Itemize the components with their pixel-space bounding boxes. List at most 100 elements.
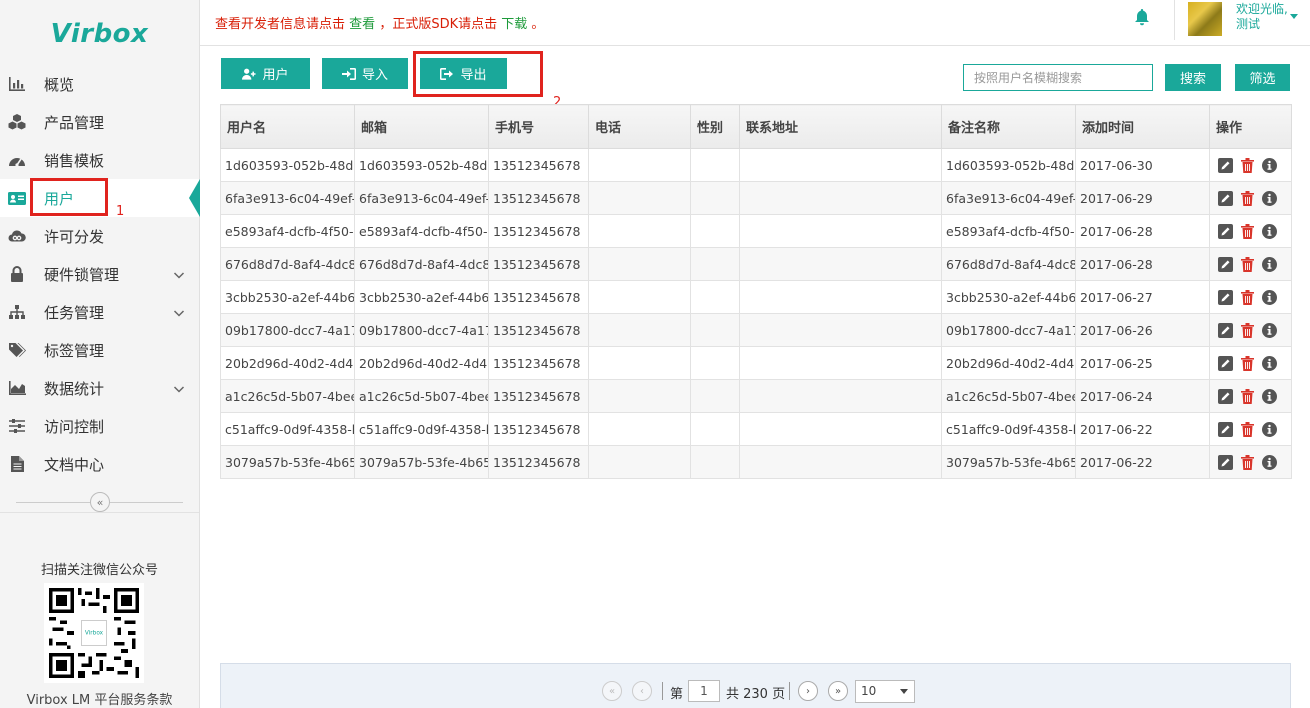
column-header-remark[interactable]: 备注名称 — [941, 104, 1076, 149]
edit-icon[interactable] — [1218, 190, 1233, 206]
bell-icon[interactable] — [1133, 8, 1151, 26]
trash-icon[interactable] — [1240, 322, 1255, 338]
table-row[interactable]: 20b2d96d-40d2-4d4c-a20b2d96d-40d2-4d4c-a… — [220, 346, 1292, 380]
filter-button[interactable]: 筛选 — [1235, 64, 1290, 91]
row-actions — [1214, 157, 1291, 173]
table-body: 1d603593-052b-48d7-91d603593-052b-48d7-9… — [220, 148, 1292, 479]
info-icon[interactable] — [1262, 223, 1277, 239]
caret-down-icon[interactable] — [1290, 14, 1298, 19]
sidebar-item-tasks[interactable]: 任务管理 — [0, 293, 199, 331]
sidebar-item-license-distribution[interactable]: 许可分发 — [0, 217, 199, 255]
collapse-sidebar-button[interactable]: « — [90, 492, 110, 512]
trash-icon[interactable] — [1240, 190, 1255, 206]
edit-icon[interactable] — [1218, 289, 1233, 305]
notice-part: 查看开发者信息请点击 — [215, 17, 346, 32]
first-page-button[interactable]: « — [602, 681, 622, 701]
trash-icon[interactable] — [1240, 157, 1255, 173]
cell-date: 2017-06-22 — [1075, 445, 1210, 479]
table-row[interactable]: 09b17800-dcc7-4a17-809b17800-dcc7-4a17-8… — [220, 313, 1292, 347]
dashboard-icon — [8, 152, 26, 168]
trash-icon[interactable] — [1240, 223, 1255, 239]
table-row[interactable]: 1d603593-052b-48d7-91d603593-052b-48d7-9… — [220, 148, 1292, 182]
prev-page-button[interactable]: ‹ — [632, 681, 652, 701]
search-input[interactable] — [963, 64, 1153, 91]
logo[interactable]: Virbox — [0, 0, 199, 68]
user-menu[interactable]: 欢迎光临, 测试 — [1236, 2, 1288, 32]
table-row[interactable]: a1c26c5d-5b07-4bee-8a1c26c5d-5b07-4bee-8… — [220, 379, 1292, 413]
info-icon[interactable] — [1262, 454, 1277, 470]
add-user-button[interactable]: 用户 — [221, 58, 310, 89]
info-icon[interactable] — [1262, 322, 1277, 338]
divider — [662, 682, 663, 700]
terms-link[interactable]: Virbox LM 平台服务条款 — [0, 689, 199, 708]
sidebar-item-label: 许可分发 — [44, 227, 105, 246]
cell-date: 2017-06-27 — [1075, 280, 1210, 314]
trash-icon[interactable] — [1240, 256, 1255, 272]
info-icon[interactable] — [1262, 157, 1277, 173]
edit-icon[interactable] — [1218, 355, 1233, 371]
last-page-button[interactable]: » — [828, 681, 848, 701]
cell-email: c51affc9-0d9f-4358-b2 — [354, 412, 489, 446]
cell-address — [739, 181, 942, 215]
chevron-down-icon[interactable] — [173, 381, 185, 393]
info-icon[interactable] — [1262, 256, 1277, 272]
table-row[interactable]: 676d8d7d-8af4-4dc8-a 676d8d7d-8af4-4dc8-a… — [220, 247, 1292, 281]
sitemap-icon — [8, 304, 26, 320]
info-icon[interactable] — [1262, 190, 1277, 206]
table-row[interactable]: 3cbb2530-a2ef-44b6-a 3cbb2530-a2ef-44b6-a… — [220, 280, 1292, 314]
table-row[interactable]: e5893af4-dcfb-4f50-aa e5893af4-dcfb-4f50-… — [220, 214, 1292, 248]
cell-phone — [588, 379, 691, 413]
sidebar-item-statistics[interactable]: 数据统计 — [0, 369, 199, 407]
sidebar-item-tags[interactable]: 标签管理 — [0, 331, 199, 369]
trash-icon[interactable] — [1240, 421, 1255, 437]
edit-icon[interactable] — [1218, 223, 1233, 239]
info-icon[interactable] — [1262, 421, 1277, 437]
sidebar-item-products[interactable]: 产品管理 — [0, 103, 199, 141]
cell-remark: e5893af4-dcfb-4f50-aa — [941, 214, 1076, 248]
chevron-down-icon[interactable] — [173, 267, 185, 279]
info-icon[interactable] — [1262, 388, 1277, 404]
edit-icon[interactable] — [1218, 157, 1233, 173]
info-icon[interactable] — [1262, 289, 1277, 305]
import-button[interactable]: 导入 — [322, 58, 408, 89]
sidebar-item-hardware-lock[interactable]: 硬件锁管理 — [0, 255, 199, 293]
column-header-phone[interactable]: 电话 — [588, 104, 691, 149]
sidebar-item-overview[interactable]: 概览 — [0, 65, 199, 103]
wechat-qr-code: Virbox — [44, 583, 144, 683]
column-header-email[interactable]: 邮箱 — [354, 104, 489, 149]
column-header-date-added[interactable]: 添加时间 — [1075, 104, 1210, 149]
cell-date: 2017-06-22 — [1075, 412, 1210, 446]
edit-icon[interactable] — [1218, 322, 1233, 338]
search-button[interactable]: 搜索 — [1165, 64, 1221, 91]
chevron-down-icon[interactable] — [173, 305, 185, 317]
sdk-download-link[interactable]: 下载 — [501, 17, 527, 32]
avatar[interactable] — [1188, 2, 1222, 36]
info-icon[interactable] — [1262, 355, 1277, 371]
trash-icon[interactable] — [1240, 454, 1255, 470]
page-number-input[interactable] — [688, 680, 720, 702]
column-header-gender[interactable]: 性别 — [690, 104, 740, 149]
edit-icon[interactable] — [1218, 256, 1233, 272]
trash-icon[interactable] — [1240, 355, 1255, 371]
sidebar-item-sales-templates[interactable]: 销售模板 — [0, 141, 199, 179]
edit-icon[interactable] — [1218, 388, 1233, 404]
column-header-address[interactable]: 联系地址 — [739, 104, 942, 149]
edit-icon[interactable] — [1218, 454, 1233, 470]
table-row[interactable]: c51affc9-0d9f-4358-b2 c51affc9-0d9f-4358-… — [220, 412, 1292, 446]
developer-info-link[interactable]: 查看 — [349, 17, 375, 32]
column-header-mobile[interactable]: 手机号 — [488, 104, 589, 149]
sidebar-item-docs[interactable]: 文档中心 — [0, 445, 199, 483]
trash-icon[interactable] — [1240, 388, 1255, 404]
trash-icon[interactable] — [1240, 289, 1255, 305]
cell-actions — [1209, 313, 1292, 347]
table-row[interactable]: 3079a57b-53fe-4b65-93079a57b-53fe-4b65-9… — [220, 445, 1292, 479]
sidebar-item-access-control[interactable]: 访问控制 — [0, 407, 199, 445]
table-row[interactable]: 6fa3e913-6c04-49ef-a96fa3e913-6c04-49ef-… — [220, 181, 1292, 215]
column-header-username[interactable]: 用户名 — [220, 104, 355, 149]
page-size-select[interactable]: 10 — [855, 680, 915, 703]
next-page-button[interactable]: › — [798, 681, 818, 701]
sidebar-footer: 扫描关注微信公众号 Virbox Virbox LM 平台服务条款 — [0, 512, 199, 708]
id-card-icon — [8, 190, 26, 206]
page-size-value: 10 — [861, 684, 877, 698]
edit-icon[interactable] — [1218, 421, 1233, 437]
